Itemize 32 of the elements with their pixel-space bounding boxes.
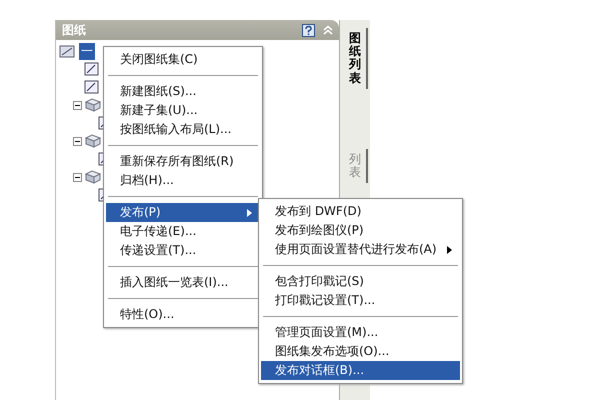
folder-icon [84,133,102,149]
menu-item[interactable]: 特性(O)... [106,305,260,324]
menu-item[interactable]: 发布到绘图仪(P) [261,221,460,240]
menu-item[interactable]: 发布对话框(B)... [261,361,460,380]
menu-item[interactable]: 发布到 DWF(D) [261,202,460,221]
sheet-icon [84,79,100,95]
panel-title: 图纸 [62,22,87,38]
menu-item[interactable]: 归档(H)... [106,171,260,190]
side-tab[interactable]: 图纸列表 [344,28,368,89]
folder-icon [84,97,102,113]
sheet-icon [84,61,100,77]
menu-item[interactable]: 电子传递(E)... [106,222,260,241]
tree-item[interactable]: 一 [79,42,95,60]
menu-item[interactable]: 打印戳记设置(T)... [261,291,460,310]
folder-icon [84,169,102,185]
collapse-icon[interactable] [73,172,82,182]
menu-item[interactable]: 按图纸输入布局(L)... [106,120,260,139]
help-icon[interactable] [302,24,315,36]
menu-item[interactable]: 发布(P) [106,203,260,222]
menu-item[interactable]: 重新保存所有图纸(R) [106,152,260,171]
menu-item[interactable]: 插入图纸一览表(I)... [106,273,260,292]
menu-item[interactable]: 关闭图纸集(C) [106,50,260,69]
collapse-icon[interactable] [73,136,82,146]
menu-item[interactable]: 新建子集(U)... [106,101,260,120]
menu-item[interactable]: 新建图纸(S)... [106,82,260,101]
menu-item[interactable]: 包含打印戳记(S) [261,272,460,291]
menu-item[interactable]: 传递设置(T)... [106,241,260,260]
collapse-icon[interactable] [73,100,82,110]
menu-item[interactable]: 图纸集发布选项(O)... [261,342,460,361]
menu-item[interactable]: 管理页面设置(M)... [261,323,460,342]
menu-item[interactable]: 使用页面设置替代进行发布(A) [261,240,460,259]
sheet-set-icon [59,43,77,59]
